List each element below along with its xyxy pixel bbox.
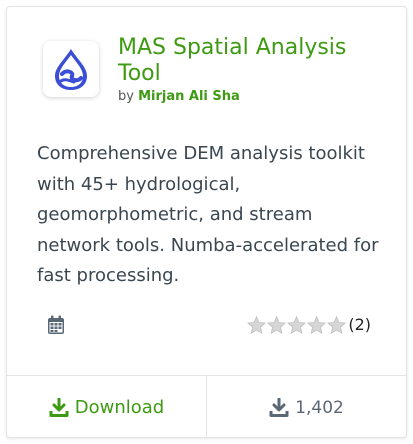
stars [247,315,347,334]
by-label: by [118,89,134,104]
star-empty-icon [247,315,267,334]
star-empty-icon [307,315,327,334]
card-footer: Download 1,402 [7,375,406,437]
star-empty-icon [267,315,287,334]
plugin-card: MAS Spatial Analysis Tool by Mirjan Ali … [6,6,407,438]
calendar-icon [47,315,65,339]
water-drop-river-logo-icon [55,49,87,90]
download-icon [49,397,69,417]
download-label: Download [74,397,165,418]
plugin-title[interactable]: MAS Spatial Analysis Tool [118,35,388,87]
plugin-byline: by Mirjan Ali Sha [118,89,240,105]
star-empty-icon [327,315,347,334]
download-count-value: 1,402 [295,397,344,418]
download-count-icon [269,397,289,417]
download-count: 1,402 [207,376,406,437]
plugin-logo[interactable] [43,41,99,97]
rating-count: (2) [348,315,371,334]
meta-row: (2) [47,313,377,339]
star-empty-icon [287,315,307,334]
plugin-description: Comprehensive DEM analysis toolkit with … [37,143,379,286]
star-rating: (2) [247,315,371,334]
author-link[interactable]: Mirjan Ali Sha [138,89,240,104]
download-button[interactable]: Download [7,376,207,437]
